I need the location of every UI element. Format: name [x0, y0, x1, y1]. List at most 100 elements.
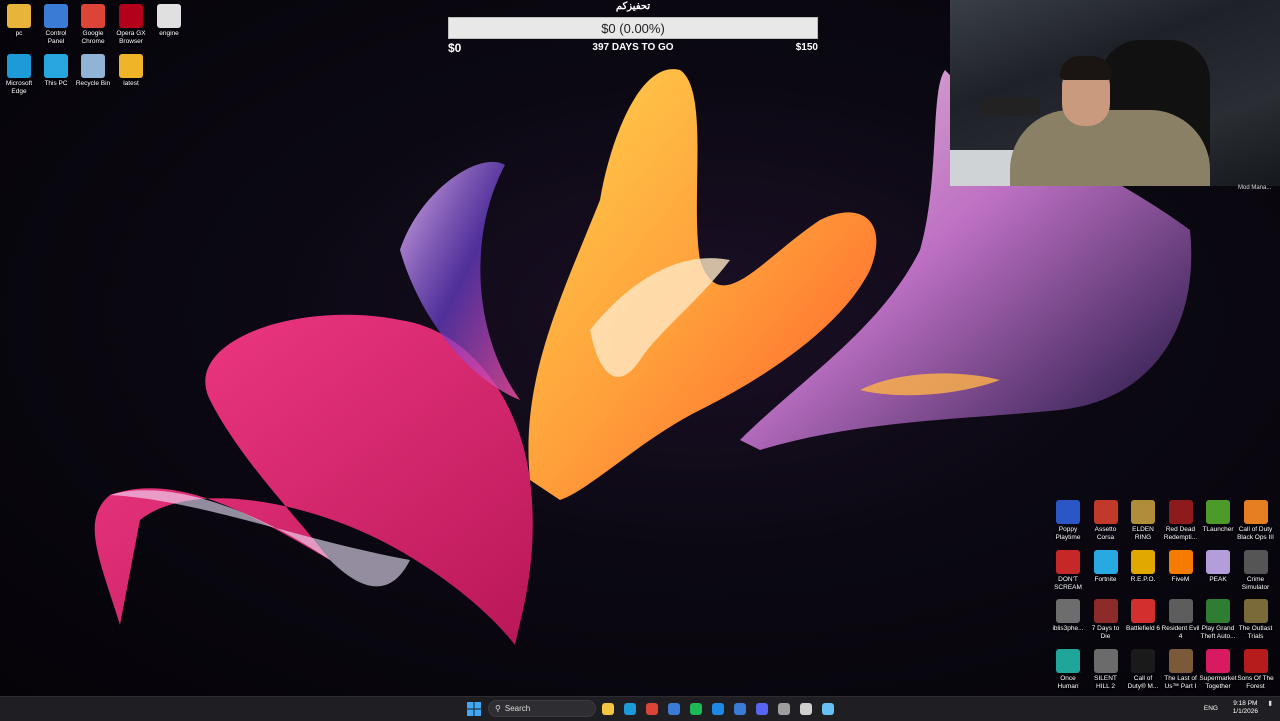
zip-folder-icon [119, 54, 143, 78]
desktop-icon[interactable]: Microsoft Edge [0, 54, 38, 96]
desktop-icon[interactable]: Battlefield 6 [1124, 599, 1162, 633]
taskbar-app-app-window[interactable] [710, 701, 726, 717]
taskbar-app-file-explorer[interactable] [600, 701, 616, 717]
desktop-icon[interactable]: PEAK [1199, 549, 1237, 584]
desktop-icon-label: Sons Of The Forest [1237, 674, 1274, 690]
desktop-icon-label: Supermarket Together [1199, 674, 1237, 690]
desktop-icon[interactable]: Resident Evil 4 [1162, 599, 1200, 641]
search-label: Search [504, 704, 531, 713]
desktop-icon[interactable]: This PC [37, 54, 75, 88]
desktop-icon[interactable]: latest [112, 54, 150, 88]
search-icon: ⚲ [495, 704, 501, 713]
mod-manager-label[interactable]: Mod Mana... [1238, 185, 1271, 191]
desktop-icon-label: Microsoft Edge [5, 80, 33, 95]
supermarket-together-icon [1206, 648, 1230, 673]
desktop-icon[interactable]: DON'T SCREAM [1049, 549, 1087, 592]
goal-max-label: $150 [795, 42, 818, 53]
desktop-icon[interactable]: ELDEN RING [1124, 500, 1162, 542]
taskbar-app-steam[interactable] [820, 701, 836, 717]
desktop-icon[interactable]: Control Panel [37, 4, 75, 46]
desktop-icon-label: SILENT HILL 2 [1094, 674, 1117, 690]
taskbar-app-app-square[interactable] [732, 701, 748, 717]
desktop-icon-label: iblis3phe... [1052, 625, 1084, 632]
desktop-icon-label: Red Dead Redempti... [1163, 526, 1198, 541]
cod-mw-icon [1131, 648, 1155, 673]
desktop-icon-label: R.E.P.O. [1130, 575, 1156, 583]
desktop-icon[interactable]: Opera GX Browser [112, 4, 150, 46]
desktop-icon-label: Crime Simulator [1241, 575, 1270, 591]
desktop-icon-label: Opera GX Browser [116, 30, 146, 45]
battlefield-icon [1131, 599, 1155, 623]
file-explorer-icon [602, 703, 614, 715]
terminal-icon [778, 703, 790, 715]
goal-amount: $0 (0.00%) [601, 20, 665, 36]
assetto-corsa-icon [1093, 500, 1118, 524]
desktop-icon[interactable]: Recycle Bin [74, 54, 112, 88]
desktop-icon-label: 7 Days to Die [1091, 625, 1120, 640]
7-days-to-die-icon [1093, 599, 1118, 623]
system-clock[interactable]: 9:18 PM 1/1/2026 [1233, 700, 1258, 716]
silent-hill-icon [1093, 648, 1118, 673]
desktop-icon[interactable]: 7 Days to Die [1087, 599, 1125, 641]
taskbar-app-spotify[interactable] [688, 701, 704, 717]
desktop-icon-label: engine [159, 30, 179, 37]
goal-title: تحفيزكم [615, 1, 651, 12]
desktop-icon[interactable]: Sons Of The Forest [1237, 648, 1275, 691]
outlast-trials-icon [1243, 599, 1268, 623]
start-button[interactable] [466, 701, 482, 717]
fortnite-icon [1093, 549, 1118, 574]
taskbar-app-chrome[interactable] [644, 701, 660, 717]
desktop-icon[interactable]: Assetto Corsa [1087, 500, 1125, 542]
desktop-icon[interactable]: Crime Simulator [1237, 549, 1275, 592]
desktop-icon[interactable]: Google Chrome [74, 4, 112, 46]
red-dead-icon [1168, 500, 1193, 524]
desktop-icon[interactable]: The Outlast Trials [1237, 599, 1275, 641]
windows-logo-icon [467, 702, 481, 716]
store-icon [668, 703, 680, 715]
desktop-icon[interactable]: The Last of Us™ Part I [1162, 648, 1200, 691]
desktop-icon-label: Call of Duty Black Ops III [1237, 526, 1274, 541]
steam-icon [822, 703, 834, 715]
once-human-icon [1056, 648, 1080, 673]
streamer-hair [1060, 56, 1112, 80]
taskbar-search-box[interactable]: ⚲ Search [488, 700, 596, 717]
desktop-icon[interactable]: pc [0, 4, 38, 38]
goal-progress-bar: $0 (0.00%) [448, 17, 818, 39]
desktop-icon-label: Control Panel [45, 30, 67, 45]
desktop-icon[interactable]: FiveM [1162, 549, 1200, 584]
desktop-icon[interactable]: Call of Duty Black Ops III [1237, 500, 1275, 542]
taskbar: ⚲ Search ENG 9:18 PM 1/1/2026 ▮ [0, 696, 1280, 721]
desktop-icon-label: DON'T SCREAM [1054, 575, 1082, 591]
taskbar-app-edge[interactable] [622, 701, 638, 717]
desktop-icon-label: Recycle Bin [75, 80, 111, 87]
desktop-icon[interactable]: Play Grand Theft Auto... [1199, 599, 1237, 641]
peak-icon [1206, 549, 1230, 574]
taskbar-app-store[interactable] [666, 701, 682, 717]
taskbar-app-discord[interactable] [754, 701, 770, 717]
microphone [980, 98, 1040, 116]
desktop-icon[interactable]: TLauncher [1199, 500, 1237, 534]
desktop-icon[interactable]: Red Dead Redempti... [1162, 500, 1200, 542]
opera-gx-icon [119, 4, 143, 28]
desktop-icon[interactable]: Poppy Playtime [1049, 500, 1087, 542]
desktop-icon[interactable]: engine [150, 4, 188, 38]
gta-icon [1206, 599, 1230, 623]
system-tray: ▮ [1268, 699, 1272, 719]
desktop-icon[interactable]: Fortnite [1087, 549, 1125, 584]
desktop-icon[interactable]: iblis3phe... [1049, 599, 1087, 633]
notification-icon[interactable]: ▮ [1268, 700, 1272, 707]
desktop-icon[interactable]: Supermarket Together [1199, 648, 1237, 691]
sons-of-the-forest-icon [1243, 648, 1268, 673]
desktop-icon[interactable]: Call of Duty® M... [1124, 648, 1162, 691]
taskbar-app-obs[interactable] [798, 701, 814, 717]
chrome-icon [81, 4, 105, 28]
taskbar-app-terminal[interactable] [776, 701, 792, 717]
webcam-overlay [950, 0, 1280, 186]
app-square-icon [734, 703, 746, 715]
desktop-icon[interactable]: Once Human [1049, 648, 1087, 691]
desktop-icon[interactable]: SILENT HILL 2 [1087, 648, 1125, 691]
desktop-icon-label: latest [123, 80, 139, 87]
language-indicator[interactable]: ENG [1204, 705, 1218, 712]
desktop-icon[interactable]: R.E.P.O. [1124, 549, 1162, 584]
desktop-icon-label: FiveM [1171, 575, 1190, 583]
